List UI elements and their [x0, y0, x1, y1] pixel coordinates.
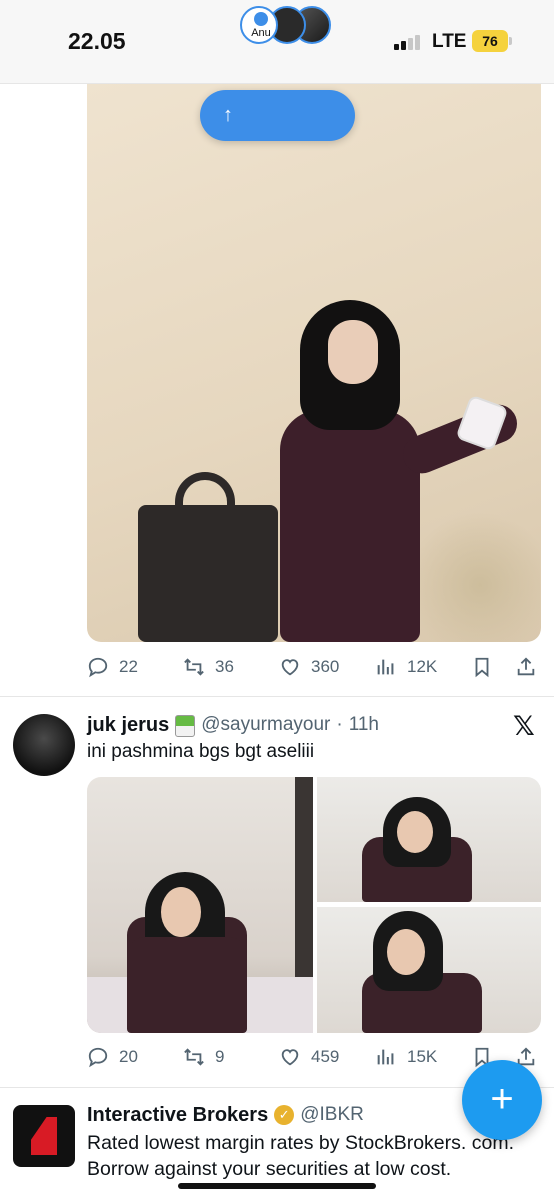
- repost-count: 36: [215, 657, 234, 676]
- like-count: 459: [311, 1047, 340, 1066]
- new-posts-pill[interactable]: ↑: [200, 90, 355, 141]
- separator: ·: [336, 714, 343, 735]
- share-button[interactable]: [515, 652, 537, 682]
- avatar-label: Anu: [251, 27, 271, 39]
- repost-count: 9: [215, 1047, 225, 1066]
- views-count: 12K: [407, 657, 438, 676]
- person-sweater: [127, 937, 247, 1033]
- juice-box-emoji-icon: [175, 715, 196, 737]
- share-icon: [517, 657, 535, 676]
- user-avatar[interactable]: [13, 714, 75, 776]
- post-photo[interactable]: [317, 777, 541, 902]
- person-face: [328, 320, 378, 384]
- repost-button[interactable]: 36: [183, 652, 234, 682]
- heart-icon: [281, 1049, 299, 1066]
- battery-icon: 76: [472, 30, 512, 52]
- repost-icon: [184, 1048, 204, 1066]
- post-photo[interactable]: [317, 907, 541, 1033]
- post-photo[interactable]: [87, 84, 541, 642]
- signal-icon: [394, 34, 422, 50]
- like-button[interactable]: 459: [279, 1042, 339, 1072]
- views-icon: [377, 659, 394, 675]
- advertiser-logo[interactable]: [13, 1105, 75, 1167]
- bookmark-icon: [475, 657, 489, 678]
- arrow-up-icon: ↑: [223, 104, 233, 126]
- avatar: Anu: [240, 6, 278, 44]
- repost-button[interactable]: 9: [183, 1042, 224, 1072]
- reply-icon: [88, 657, 108, 678]
- status-time: 22.05: [68, 28, 126, 54]
- views-button[interactable]: 12K: [375, 652, 437, 682]
- bookmark-button[interactable]: [471, 652, 493, 682]
- repost-icon: [184, 658, 204, 676]
- handbag: [138, 505, 278, 642]
- post-actions: 20 9 459 15K: [87, 1042, 541, 1072]
- heart-icon: [281, 659, 299, 676]
- person-body: [280, 410, 420, 642]
- user-handle[interactable]: @sayurmayour: [201, 714, 330, 736]
- views-button[interactable]: 15K: [375, 1042, 437, 1072]
- post-photo[interactable]: [87, 777, 313, 1033]
- like-count: 360: [311, 657, 340, 676]
- post-header: Interactive Brokers ✓ @IBKR: [87, 1102, 364, 1128]
- post-header: juk jerus @sayurmayour · 11h: [87, 712, 379, 738]
- network-type: LTE: [432, 31, 467, 52]
- display-name[interactable]: Interactive Brokers: [87, 1104, 268, 1127]
- post-text: ini pashmina bgs bgt aseliii: [87, 741, 315, 762]
- views-icon: [377, 1049, 394, 1065]
- person-face: [397, 811, 433, 853]
- post-age[interactable]: 11h: [349, 714, 379, 736]
- person-face: [161, 887, 201, 937]
- like-button[interactable]: 360: [279, 652, 339, 682]
- display-name[interactable]: juk jerus: [87, 714, 169, 737]
- verified-badge-icon: ✓: [274, 1105, 295, 1125]
- divider: [0, 696, 554, 697]
- reply-button[interactable]: 20: [87, 1042, 138, 1072]
- reply-icon: [88, 1047, 108, 1068]
- compose-button[interactable]: +: [462, 1060, 542, 1140]
- user-handle[interactable]: @IBKR: [300, 1104, 364, 1126]
- person-face: [387, 929, 425, 975]
- reply-count: 20: [119, 1047, 138, 1066]
- home-indicator[interactable]: [178, 1183, 376, 1189]
- reply-count: 22: [119, 657, 138, 676]
- views-count: 15K: [407, 1047, 438, 1066]
- x-logo-icon: 𝕏: [513, 711, 535, 741]
- plant-decoration: [420, 500, 540, 642]
- post-actions: 22 36 360 12K: [87, 652, 541, 682]
- reply-button[interactable]: 22: [87, 652, 138, 682]
- post-text: Rated lowest margin rates by StockBroker…: [87, 1132, 514, 1180]
